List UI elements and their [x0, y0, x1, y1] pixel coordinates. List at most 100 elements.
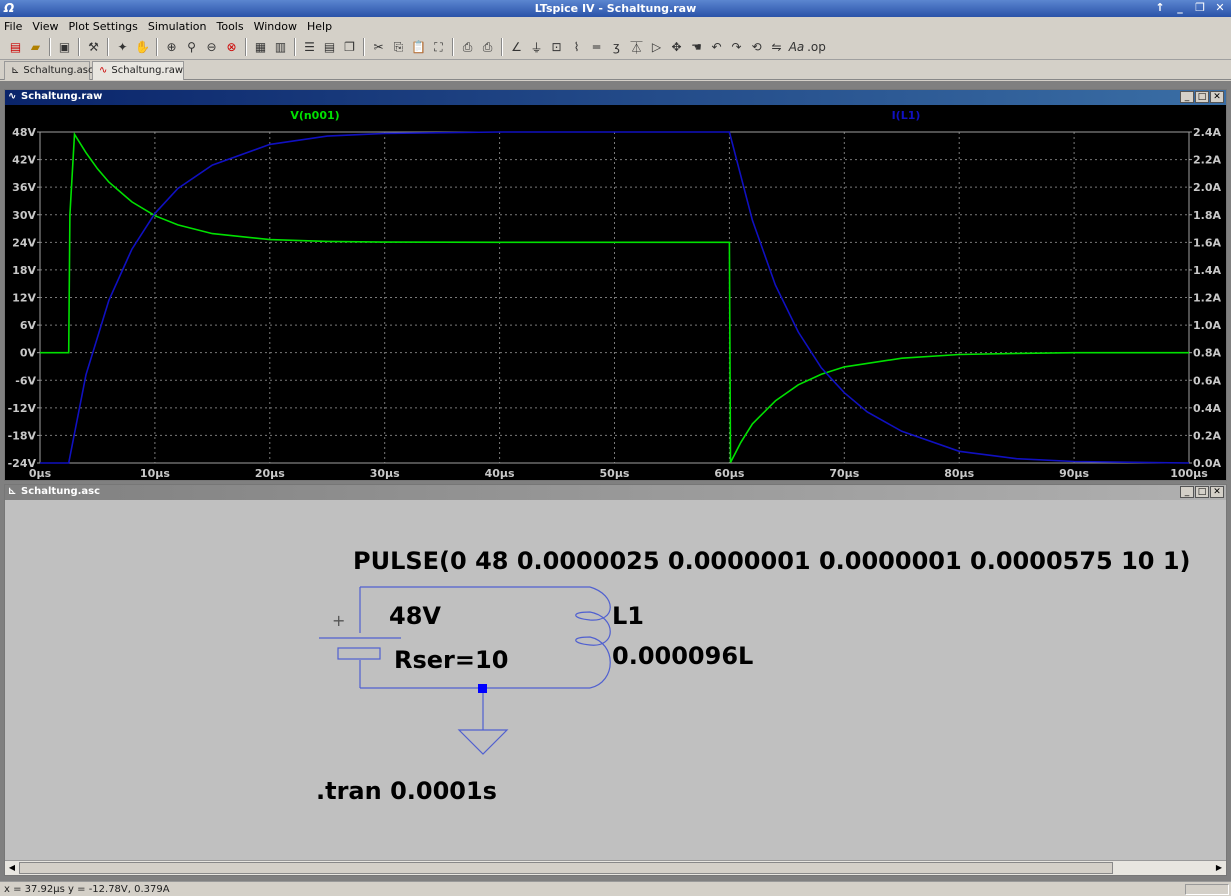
y-right-tick-label: 0.4A — [1193, 402, 1221, 415]
pulse-directive[interactable]: PULSE(0 48 0.0000025 0.0000001 0.0000001… — [353, 547, 1191, 575]
menu-tools[interactable]: Tools — [216, 20, 243, 33]
x-tick-label: 60µs — [714, 467, 744, 480]
title-bar: Ω LTspice IV - Schaltung.raw ↑ _ ❐ ✕ — [0, 0, 1231, 17]
rotate-icon[interactable]: ⟲ — [747, 38, 766, 57]
undo-icon[interactable]: ↶ — [707, 38, 726, 57]
wire-icon[interactable]: ∠ — [507, 38, 526, 57]
schematic-icon: ⊾ — [11, 65, 20, 76]
drag-icon[interactable]: ☚ — [687, 38, 706, 57]
x-tick-label: 40µs — [485, 467, 515, 480]
waveform-window-titlebar[interactable]: ∿ Schaltung.raw _ □ ✕ — [5, 90, 1226, 105]
capacitor-icon[interactable]: ═ — [587, 38, 606, 57]
scroll-right-icon[interactable]: ▶ — [1213, 862, 1225, 874]
source-rser[interactable]: Rser=10 — [394, 646, 508, 674]
inductor-coil — [575, 586, 611, 689]
zoom-out-icon[interactable]: ⊖ — [202, 38, 221, 57]
menu-view[interactable]: View — [32, 20, 58, 33]
resistor-icon[interactable]: ⌇ — [567, 38, 586, 57]
inductor-name[interactable]: L1 — [612, 602, 644, 630]
autorange-icon[interactable]: ▦ — [251, 38, 270, 57]
cascade-icon[interactable]: ❐ — [340, 38, 359, 57]
x-tick-label: 80µs — [944, 467, 974, 480]
move-icon[interactable]: ✥ — [667, 38, 686, 57]
component-icon[interactable]: ▷ — [647, 38, 666, 57]
close-button[interactable]: ✕ — [1210, 486, 1224, 498]
zoom-back-icon[interactable]: ⚲ — [182, 38, 201, 57]
close-button[interactable]: ✕ — [1210, 91, 1224, 103]
menu-file[interactable]: File — [4, 20, 22, 33]
redo-icon[interactable]: ↷ — [727, 38, 746, 57]
waveform-plot[interactable]: 0µs 10µs 20µs 30µs 40µs 50µs 60µs 70µs 80µs 90µs 1… — [5, 105, 1226, 480]
x-tick-label: 20µs — [255, 467, 285, 480]
print-icon[interactable]: ⎙ — [478, 38, 497, 57]
paste-icon[interactable]: 📋 — [409, 38, 428, 57]
copy-icon[interactable]: ⎘ — [389, 38, 408, 57]
tab-schaltung-raw[interactable]: ∿ Schaltung.raw — [92, 61, 184, 80]
tile-horizontal-icon[interactable]: ☰ — [300, 38, 319, 57]
y-left-tick-label: 48V — [12, 126, 36, 139]
minimize-button[interactable]: _ — [1180, 91, 1194, 103]
y-left-tick-label: 42V — [12, 154, 36, 167]
close-button[interactable]: ✕ — [1211, 1, 1229, 15]
y-right-tick-label: 0.2A — [1193, 429, 1221, 442]
zoom-in-icon[interactable]: ⊕ — [162, 38, 181, 57]
y-left-tick-label: -6V — [15, 374, 36, 387]
print-setup-icon[interactable]: ⎙ — [458, 38, 477, 57]
save-icon[interactable]: ▣ — [55, 38, 74, 57]
menu-plot-settings[interactable]: Plot Settings — [69, 20, 138, 33]
y-right-tick-label: 2.4A — [1193, 126, 1221, 139]
menu-help[interactable]: Help — [307, 20, 332, 33]
status-panel — [1185, 884, 1229, 895]
text-icon[interactable]: Aa — [787, 38, 806, 57]
diode-icon[interactable]: ⏄ — [627, 38, 646, 57]
maximize-button[interactable]: □ — [1195, 486, 1209, 498]
minimize-button[interactable]: _ — [1171, 1, 1189, 15]
cut-icon[interactable]: ✂ — [369, 38, 388, 57]
y-right-tick-label: 0.0A — [1193, 457, 1221, 470]
zoom-fit-icon[interactable]: ⊗ — [222, 38, 241, 57]
grid-icon[interactable]: ▥ — [271, 38, 290, 57]
run-icon[interactable]: ✦ — [113, 38, 132, 57]
label-net-icon[interactable]: ⊡ — [547, 38, 566, 57]
schematic-window-titlebar[interactable]: ⊾ Schaltung.asc _ □ ✕ — [5, 485, 1226, 500]
maximize-button[interactable]: □ — [1195, 91, 1209, 103]
ground-symbol — [457, 729, 509, 755]
y-left-tick-label: -24V — [8, 457, 37, 470]
pan-icon[interactable]: ✋ — [133, 38, 152, 57]
inductor-icon[interactable]: ʒ — [607, 38, 626, 57]
y-right-tick-label: 1.8A — [1193, 209, 1221, 222]
x-tick-label: 90µs — [1059, 467, 1089, 480]
waveform-chart[interactable]: 0µs 10µs 20µs 30µs 40µs 50µs 60µs 70µs 80µs 90µs 1… — [5, 105, 1226, 480]
restore-button[interactable]: ❐ — [1191, 1, 1209, 15]
new-schematic-icon[interactable]: ▤ — [6, 38, 25, 57]
y-left-tick-label: 0V — [20, 347, 37, 360]
schematic-canvas[interactable]: + PULSE(0 48 0.0000025 0.0000001 0.00000… — [5, 500, 1226, 860]
mirror-icon[interactable]: ⇋ — [767, 38, 786, 57]
mdi-area: ∿ Schaltung.raw _ □ ✕ 0µs 10µs 20µs 30µs 40µ… — [0, 81, 1231, 881]
scrollbar-thumb[interactable] — [19, 862, 1113, 874]
y-left-tick-label: 24V — [12, 236, 36, 249]
control-panel-icon[interactable]: ⚒ — [84, 38, 103, 57]
window-title: LTspice IV - Schaltung.raw — [534, 2, 697, 15]
inductor-value[interactable]: 0.000096L — [612, 642, 753, 670]
tran-directive[interactable]: .tran 0.0001s — [316, 777, 497, 805]
menu-window[interactable]: Window — [254, 20, 297, 33]
minimize-button[interactable]: _ — [1180, 486, 1194, 498]
x-tick-label: 50µs — [600, 467, 630, 480]
tile-vertical-icon[interactable]: ▤ — [320, 38, 339, 57]
y-right-tick-label: 1.2A — [1193, 292, 1221, 305]
open-icon[interactable]: ▰ — [26, 38, 45, 57]
find-icon[interactable]: ⛶ — [429, 38, 448, 57]
y-left-tick-label: -12V — [8, 402, 37, 415]
ground-icon[interactable]: ⏚ — [527, 38, 546, 57]
y-right-tick-label: 0.8A — [1193, 347, 1221, 360]
tab-schaltung-asc[interactable]: ⊾ Schaltung.asc — [4, 61, 93, 80]
series-legend-label: I(L1) — [892, 109, 921, 122]
spice-directive-icon[interactable]: .op — [807, 38, 826, 57]
y-left-tick-label: -18V — [8, 429, 37, 442]
horizontal-scrollbar[interactable]: ◀ ▶ — [5, 860, 1226, 875]
menu-simulation[interactable]: Simulation — [148, 20, 207, 33]
scroll-left-icon[interactable]: ◀ — [6, 862, 18, 874]
source-value[interactable]: 48V — [389, 602, 441, 630]
pin-icon[interactable]: ↑ — [1151, 1, 1169, 15]
